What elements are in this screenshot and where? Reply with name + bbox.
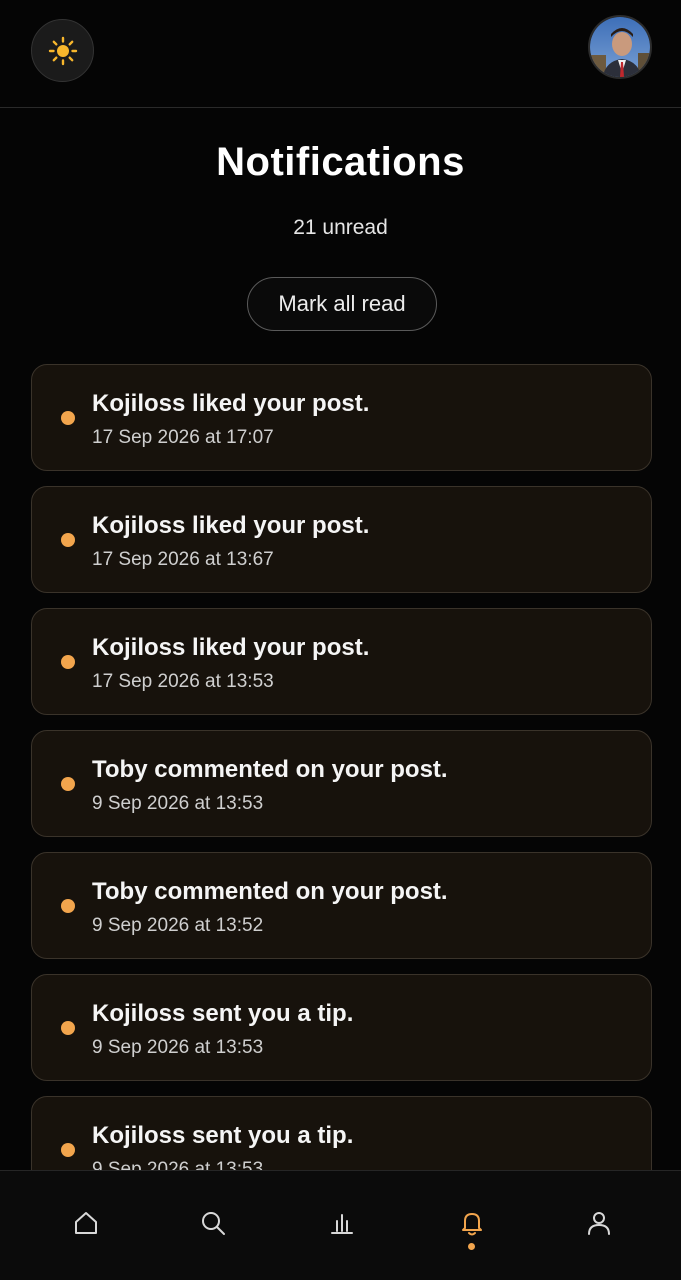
unread-count: 21 unread xyxy=(293,216,388,239)
notification-title: Toby commented on your post. xyxy=(92,756,448,783)
notification-item[interactable]: Kojiloss sent you a tip. 9 Sep 2026 at 1… xyxy=(31,1096,652,1170)
search-icon xyxy=(202,1212,225,1235)
notification-title: Kojiloss sent you a tip. xyxy=(92,1122,354,1149)
notification-time: 17 Sep 2026 at 13:67 xyxy=(92,549,274,570)
theme-toggle-button[interactable] xyxy=(31,19,94,82)
notification-title: Kojiloss liked your post. xyxy=(92,512,370,539)
active-tab-indicator xyxy=(468,1243,475,1250)
unread-dot xyxy=(61,533,75,547)
notification-time: 17 Sep 2026 at 13:53 xyxy=(92,671,274,692)
user-avatar-image xyxy=(590,17,650,77)
unread-dot xyxy=(61,1143,75,1157)
unread-dot xyxy=(61,655,75,669)
profile-icon xyxy=(588,1212,610,1235)
notification-time: 9 Sep 2026 at 13:53 xyxy=(92,793,264,814)
notification-item[interactable]: Kojiloss sent you a tip. 9 Sep 2026 at 1… xyxy=(31,974,652,1081)
unread-dot xyxy=(61,899,75,913)
notification-title: Kojiloss sent you a tip. xyxy=(92,1000,354,1027)
notification-item[interactable]: Toby commented on your post. 9 Sep 2026 … xyxy=(31,852,652,959)
notification-item[interactable]: Kojiloss liked your post. 17 Sep 2026 at… xyxy=(31,364,652,471)
bell-icon xyxy=(462,1213,482,1236)
notification-time: 17 Sep 2026 at 17:07 xyxy=(92,427,274,448)
page-title: Notifications xyxy=(216,140,465,184)
nav-search[interactable] xyxy=(191,1201,235,1245)
sun-icon xyxy=(48,36,77,65)
notifications-list[interactable]: Kojiloss liked your post. 17 Sep 2026 at… xyxy=(0,360,681,1170)
unread-dot xyxy=(61,777,75,791)
bottom-nav xyxy=(0,1170,681,1280)
notification-title: Kojiloss liked your post. xyxy=(92,634,370,661)
nav-profile[interactable] xyxy=(577,1201,621,1245)
notifications-screen: Notifications 21 unread Mark all read Ko… xyxy=(0,0,681,1280)
avatar[interactable] xyxy=(588,15,652,79)
top-bar xyxy=(0,0,681,108)
notification-time: 9 Sep 2026 at 13:52 xyxy=(92,915,264,936)
notification-time: 9 Sep 2026 at 13:53 xyxy=(92,1037,264,1058)
home-icon xyxy=(75,1212,97,1234)
notification-item[interactable]: Toby commented on your post. 9 Sep 2026 … xyxy=(31,730,652,837)
notification-item[interactable]: Kojiloss liked your post. 17 Sep 2026 at… xyxy=(31,608,652,715)
stats-icon xyxy=(331,1214,353,1234)
notification-time: 9 Sep 2026 at 13:53 xyxy=(92,1159,264,1170)
unread-dot xyxy=(61,411,75,425)
mark-all-read-button[interactable]: Mark all read xyxy=(247,277,437,331)
notification-title: Kojiloss liked your post. xyxy=(92,390,370,417)
nav-stats[interactable] xyxy=(320,1201,364,1245)
notification-item[interactable]: Kojiloss liked your post. 17 Sep 2026 at… xyxy=(31,486,652,593)
unread-dot xyxy=(61,1021,75,1035)
notification-title: Toby commented on your post. xyxy=(92,878,448,905)
nav-notifications[interactable] xyxy=(450,1201,494,1245)
nav-home[interactable] xyxy=(64,1201,108,1245)
